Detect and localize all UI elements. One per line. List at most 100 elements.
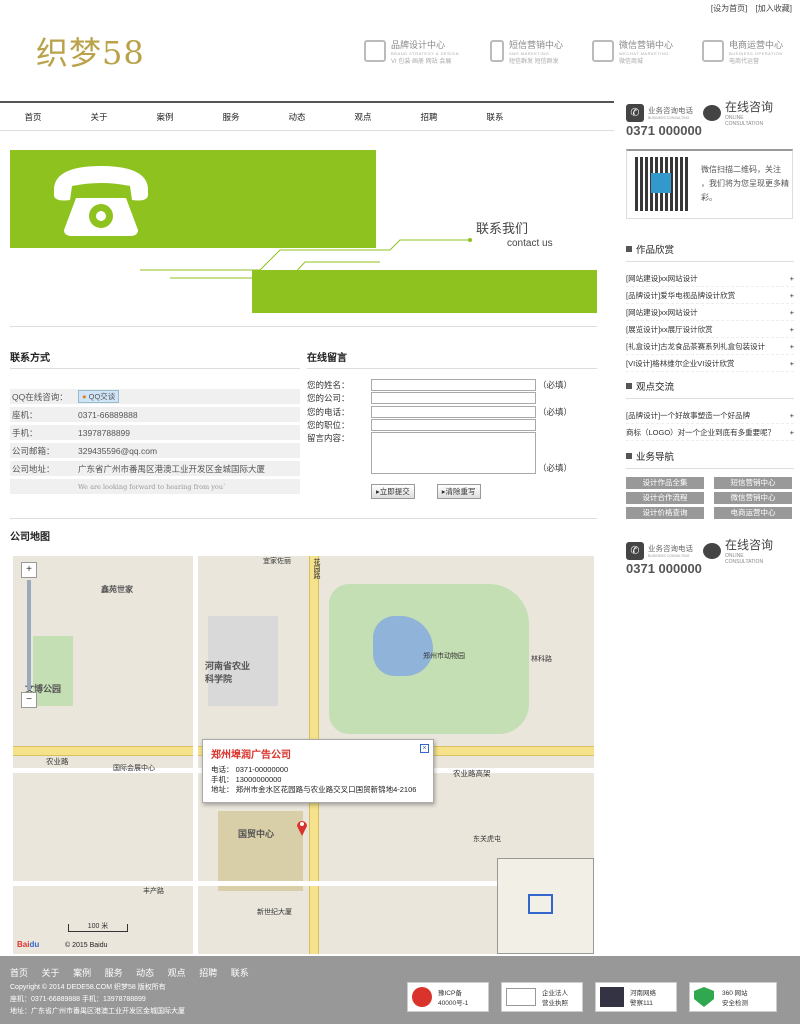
- contact-label-empty: [10, 479, 76, 494]
- map-label: 宜家佐丽: [263, 558, 291, 565]
- badge-text: 营业执照: [542, 1000, 568, 1007]
- overview-viewport[interactable]: [528, 894, 553, 914]
- footer-link[interactable]: 联系: [231, 968, 249, 978]
- name-input[interactable]: [371, 378, 536, 391]
- biz-grid: 设计作品全集 短信营销中心 设计合作流程 微信营销中心 设计价格查询 电商运营中…: [626, 477, 794, 519]
- list-item[interactable]: 商标（LOGO）对一个企业到底有多重要呢？ +: [626, 424, 794, 441]
- nav-item-home[interactable]: 首页: [0, 103, 66, 130]
- contact-value: ● QQ交谈: [76, 389, 300, 404]
- online-consult-label[interactable]: 在线咨询: [725, 98, 775, 115]
- biz-button[interactable]: 微信营销中心: [714, 492, 792, 504]
- map-label: 国贸中心: [238, 829, 275, 839]
- list-item-text: [VI设计]格林维尔企业VI设计欣赏: [626, 359, 735, 368]
- submit-button[interactable]: ▸立即提交: [371, 484, 415, 499]
- plus-icon: +: [789, 342, 794, 351]
- contact-value: 0371-66889888: [76, 407, 300, 422]
- biz-button[interactable]: 设计合作流程: [626, 492, 704, 504]
- badge-icp[interactable]: 豫ICP备 40000号-1: [407, 982, 489, 1012]
- divider: [626, 261, 794, 262]
- footer-link[interactable]: 服务: [105, 968, 123, 978]
- biz-button[interactable]: 电商运营中心: [714, 507, 792, 519]
- footer-link[interactable]: 首页: [10, 968, 28, 978]
- required-mark: （必填）: [538, 379, 573, 390]
- zoom-slider[interactable]: [27, 580, 31, 690]
- service-wechat[interactable]: 微信营销中心 WECHAT MARKETING 微信商城: [592, 36, 673, 66]
- online-consult-label[interactable]: 在线咨询: [725, 536, 775, 553]
- footer-link[interactable]: 动态: [136, 968, 154, 978]
- zoom-out-button[interactable]: −: [21, 692, 37, 708]
- list-item[interactable]: [网站建设]xx网站设计 +: [626, 304, 794, 321]
- biz-title: 业务导航: [626, 449, 794, 463]
- list-item[interactable]: [展览设计]xx展厅设计欣赏 +: [626, 321, 794, 338]
- list-item[interactable]: [VI设计]格林维尔企业VI设计欣赏 +: [626, 355, 794, 372]
- company-input[interactable]: [371, 392, 536, 405]
- list-item-text: [礼盒设计]古龙食品茶赛系列礼盒包装设计: [626, 342, 766, 351]
- footer-link[interactable]: 观点: [168, 968, 186, 978]
- set-homepage-link[interactable]: [设为首页]: [711, 4, 747, 13]
- position-input[interactable]: [371, 419, 536, 432]
- service-ecommerce[interactable]: 电商运营中心 BUSINESS OPERATION 电商代运营: [702, 36, 783, 66]
- field-label: 您的姓名：: [307, 379, 350, 390]
- nav-item-contact[interactable]: 联系: [462, 103, 528, 130]
- nav-item-cases[interactable]: 案例: [132, 103, 198, 130]
- map-label: 农业路: [46, 757, 69, 766]
- message-textarea[interactable]: [371, 432, 536, 474]
- list-item-text: 商标（LOGO）对一个企业到底有多重要呢？: [626, 428, 776, 437]
- zoom-in-button[interactable]: +: [21, 562, 37, 578]
- biz-button[interactable]: 设计作品全集: [626, 477, 704, 489]
- add-favorite-link[interactable]: [加入收藏]: [756, 4, 792, 13]
- nav-item-jobs[interactable]: 招聘: [396, 103, 462, 130]
- map-label: 国际会展中心: [113, 765, 155, 772]
- footer-link[interactable]: 招聘: [199, 968, 217, 978]
- divider: [307, 368, 597, 369]
- nav-item-views[interactable]: 观点: [330, 103, 396, 130]
- badge-360[interactable]: 360 网站 安全检测: [689, 982, 777, 1012]
- list-item[interactable]: [品牌设计]一个好故事塑造一个好品牌 +: [626, 407, 794, 424]
- contact-row: We are looking forward to hearing from y…: [10, 479, 300, 494]
- banner-title: 联系我们: [476, 221, 529, 236]
- service-brand[interactable]: 品牌设计中心 BRAND STRATEGY & DESIGN VI 包装 画册 网站…: [364, 36, 459, 66]
- map-overview[interactable]: [497, 858, 594, 954]
- site-logo[interactable]: 织梦58: [36, 28, 145, 74]
- info-address: 地址： 郑州市金水区花园路与农业路交叉口国贸新锦地4-2106: [211, 785, 417, 794]
- map-copyright: © 2015 Baidu: [65, 942, 108, 949]
- map-marker-icon[interactable]: [296, 818, 308, 836]
- field-label: 您的电话：: [307, 406, 350, 417]
- baidu-logo: Baidu: [17, 940, 40, 949]
- nav-item-news[interactable]: 动态: [264, 103, 330, 130]
- contact-value[interactable]: 329435596@qq.com: [76, 443, 300, 458]
- wechat-qr-box: 微信扫描二维码，关注 ，我们将为您呈现更多精彩。: [626, 149, 793, 219]
- footer-link[interactable]: 案例: [73, 968, 91, 978]
- qq-chat-button[interactable]: ● QQ交谈: [78, 390, 120, 403]
- phone-icon: ✆: [626, 103, 644, 122]
- info-title: 郑州埠润广告公司: [211, 750, 291, 761]
- contact-row: 公司地址： 广东省广州市番禺区港澳工业开发区金城国际大厦: [10, 461, 300, 476]
- list-item[interactable]: [品牌设计]爱华电视品牌设计欣赏 +: [626, 287, 794, 304]
- map-title: 公司地图: [10, 532, 50, 543]
- service-en: BUSINESS OPERATION: [729, 50, 783, 56]
- service-sub: 电商代运营: [729, 58, 760, 65]
- phone-input[interactable]: [371, 405, 536, 418]
- footer-address: 地址：广东省广州市番禺区港澳工业开发区金城国际大厦: [10, 1008, 185, 1015]
- message-form: 您的姓名： （必填） 您的公司： 您的电话： （必填） 您的职位： 留言内容： （必填…: [307, 378, 597, 499]
- footer-link[interactable]: 关于: [42, 968, 60, 978]
- qr-logo: [651, 173, 671, 193]
- map-label: 郑州市动物园: [423, 653, 465, 660]
- reset-button[interactable]: ▸清除重写: [436, 484, 481, 499]
- nav-item-about[interactable]: 关于: [66, 103, 132, 130]
- views-section: 观点交流 [品牌设计]一个好故事塑造一个好品牌 + 商标（LOGO）对一个企业到底…: [626, 379, 794, 441]
- online-consult-en: ONLINE CONSULTATION: [725, 553, 764, 565]
- list-item[interactable]: [礼盒设计]古龙食品茶赛系列礼盒包装设计 +: [626, 338, 794, 355]
- biz-button[interactable]: 短信营销中心: [714, 477, 792, 489]
- close-icon[interactable]: ×: [420, 744, 429, 753]
- plus-icon: +: [789, 291, 794, 300]
- service-sms[interactable]: 短信营销中心 SMS MARKETING 短信群发 短信群发: [490, 36, 563, 66]
- nav-item-services[interactable]: 服务: [198, 103, 264, 130]
- biz-button[interactable]: 设计价格查询: [626, 507, 704, 519]
- contact-row: 公司邮箱： 329435596@qq.com: [10, 443, 300, 458]
- list-item[interactable]: [网站建设]xx网站设计 +: [626, 270, 794, 287]
- list-item-text: [网站建设]xx网站设计: [626, 274, 698, 283]
- badge-police[interactable]: 河南网络 警察111: [595, 982, 677, 1012]
- badge-license[interactable]: 企业法人 营业执照: [501, 982, 583, 1012]
- company-map[interactable]: 鑫苑世家 河南省农业科学院 文博公园 农业路 国贸中心 花园路 郑州市动物园 林…: [13, 556, 594, 954]
